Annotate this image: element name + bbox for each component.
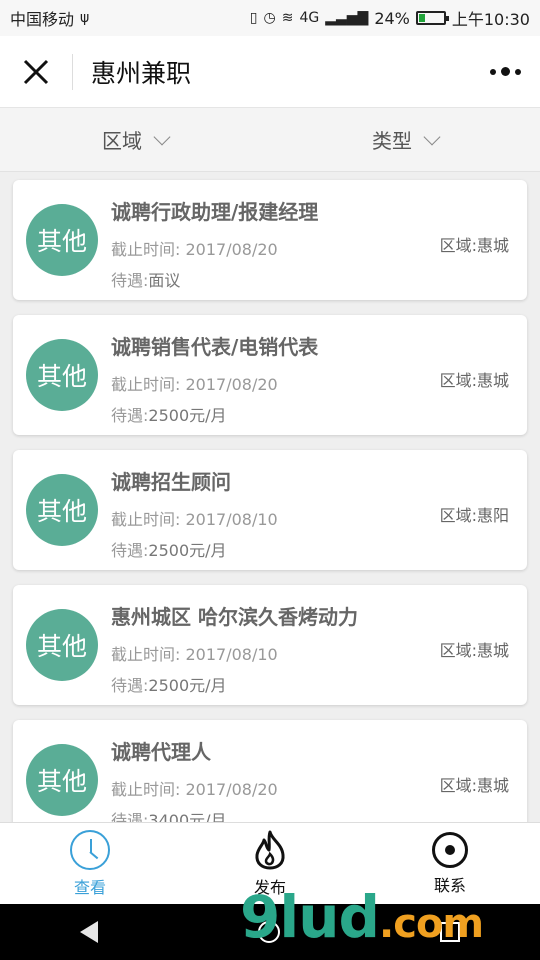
job-card[interactable]: 其他 诚聘代理人 截止时间: 2017/08/20 待遇:3400元/月 区域:…	[13, 720, 527, 822]
job-region: 区域:惠城	[439, 776, 509, 795]
close-button[interactable]	[0, 36, 72, 108]
pay-value: 2500元/月	[148, 541, 227, 560]
chevron-down-icon	[153, 128, 171, 145]
pay-value: 2500元/月	[148, 406, 227, 425]
job-region: 区域:惠城	[439, 371, 509, 390]
pay-label: 待遇:	[111, 676, 149, 695]
job-pay: 待遇:2500元/月	[111, 537, 227, 561]
more-menu-button[interactable]	[470, 36, 540, 108]
job-pay: 待遇:面议	[111, 267, 180, 291]
watermark-part2: .com	[379, 901, 484, 947]
deadline-label: 截止时间:	[111, 375, 181, 394]
category-avatar: 其他	[26, 204, 98, 276]
job-pay: 待遇:3400元/月	[111, 807, 227, 822]
job-region: 区域:惠城	[439, 236, 509, 255]
job-list[interactable]: 其他 诚聘行政助理/报建经理 截止时间: 2017/08/20 待遇:面议 区域…	[0, 172, 540, 822]
back-icon[interactable]	[80, 921, 98, 943]
network-type: 4G	[299, 10, 320, 26]
target-icon	[432, 831, 468, 868]
pay-value: 3400元/月	[148, 811, 227, 822]
job-title: 诚聘代理人	[111, 740, 211, 764]
battery-icon	[415, 11, 449, 25]
pay-label: 待遇:	[111, 811, 149, 822]
filter-label: 区域	[102, 129, 142, 153]
title-bar: 惠州兼职	[0, 36, 540, 108]
usb-icon: ψ	[80, 10, 90, 26]
deadline-label: 截止时间:	[111, 645, 181, 664]
deadline-label: 截止时间:	[111, 780, 181, 799]
job-deadline: 截止时间: 2017/08/20	[111, 776, 278, 800]
job-deadline: 截止时间: 2017/08/10	[111, 506, 278, 530]
more-dots-icon-right	[514, 68, 521, 75]
category-avatar: 其他	[26, 609, 98, 681]
battery-percent: 24%	[374, 8, 410, 28]
more-dots-icon	[489, 68, 496, 75]
job-deadline: 截止时间: 2017/08/10	[111, 641, 278, 665]
job-card[interactable]: 其他 诚聘销售代表/电销代表 截止时间: 2017/08/20 待遇:2500元…	[13, 315, 527, 435]
vibrate-icon: ▯	[249, 10, 258, 26]
chevron-down-icon	[423, 128, 441, 145]
watermark-logo: 9lud.com	[240, 888, 484, 947]
carrier-label: 中国移动	[10, 10, 75, 29]
job-title: 惠州城区 哈尔滨久香烤动力	[111, 605, 358, 629]
category-avatar: 其他	[26, 474, 98, 546]
job-title: 诚聘招生顾问	[111, 470, 231, 494]
job-region: 区域:惠阳	[439, 506, 509, 525]
close-icon	[23, 59, 49, 84]
fire-icon	[252, 830, 288, 870]
deadline-value: 2017/08/20	[185, 780, 278, 799]
tab-view[interactable]: 查看	[0, 823, 180, 904]
clock-time: 上午10:30	[451, 10, 530, 29]
clock-icon	[70, 829, 110, 870]
job-pay: 待遇:2500元/月	[111, 672, 227, 696]
pay-label: 待遇:	[111, 271, 149, 290]
wifi-icon: ≋	[281, 10, 294, 26]
job-card[interactable]: 其他 诚聘招生顾问 截止时间: 2017/08/10 待遇:2500元/月 区域…	[13, 450, 527, 570]
job-deadline: 截止时间: 2017/08/20	[111, 236, 278, 260]
category-avatar: 其他	[26, 339, 98, 411]
more-dots-icon-center	[500, 67, 510, 76]
job-region: 区域:惠城	[439, 641, 509, 660]
deadline-value: 2017/08/20	[185, 240, 278, 259]
deadline-label: 截止时间:	[111, 510, 181, 529]
deadline-value: 2017/08/20	[185, 375, 278, 394]
filter-bar: 区域 类型	[0, 108, 540, 172]
target-dot	[445, 844, 455, 855]
job-title: 诚聘销售代表/电销代表	[111, 335, 319, 359]
page-title: 惠州兼职	[91, 58, 192, 88]
job-deadline: 截止时间: 2017/08/20	[111, 371, 278, 395]
tab-label: 查看	[73, 877, 106, 897]
deadline-label: 截止时间:	[111, 240, 181, 259]
signal-icon: ▂▃▅▇	[325, 10, 369, 26]
pay-label: 待遇:	[111, 406, 149, 425]
filter-type[interactable]: 类型	[270, 108, 540, 171]
pay-value: 面议	[148, 271, 181, 290]
filter-label: 类型	[372, 129, 412, 153]
watermark-part1: 9lud	[240, 883, 380, 951]
job-card[interactable]: 其他 惠州城区 哈尔滨久香烤动力 截止时间: 2017/08/10 待遇:250…	[13, 585, 527, 705]
pay-label: 待遇:	[111, 541, 149, 560]
job-pay: 待遇:2500元/月	[111, 402, 227, 426]
pay-value: 2500元/月	[148, 676, 227, 695]
filter-region[interactable]: 区域	[0, 108, 270, 171]
deadline-value: 2017/08/10	[185, 645, 278, 664]
status-bar: 中国移动 ψ ▯ ◷ ≋ 4G ▂▃▅▇ 24% 上午10:30	[0, 0, 540, 36]
deadline-value: 2017/08/10	[185, 510, 278, 529]
title-divider	[72, 53, 73, 90]
category-avatar: 其他	[26, 744, 98, 816]
job-card[interactable]: 其他 诚聘行政助理/报建经理 截止时间: 2017/08/20 待遇:面议 区域…	[13, 180, 527, 300]
alarm-icon: ◷	[263, 10, 276, 26]
job-title: 诚聘行政助理/报建经理	[111, 200, 319, 224]
